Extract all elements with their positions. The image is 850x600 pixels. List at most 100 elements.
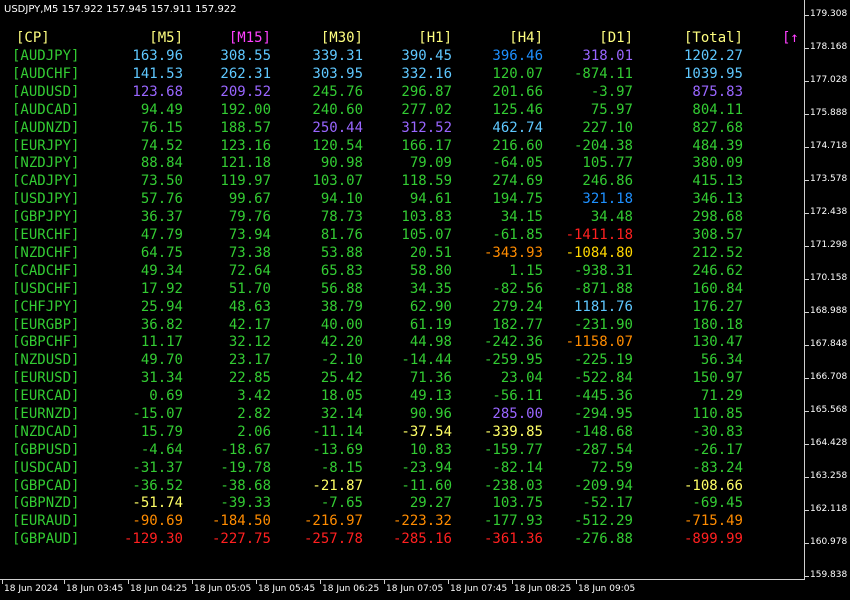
time-tick: [128, 580, 129, 584]
price-tick: [805, 15, 809, 16]
cell-total: 176.27: [692, 299, 743, 315]
cell-d1: -1158.07: [565, 334, 633, 350]
table-row-pair: [GBPAUD]: [12, 531, 80, 547]
cell-total: 130.47: [692, 334, 743, 350]
price-label: 174.718: [810, 141, 848, 151]
table-row-pair: [AUDCAD]: [12, 102, 80, 118]
time-label: 18 Jun 07:05: [386, 584, 444, 594]
cell-total: 827.68: [692, 120, 743, 136]
cell-d1: -148.68: [573, 424, 633, 440]
price-label: 160.978: [810, 537, 848, 547]
price-label: 166.708: [810, 372, 848, 382]
time-label: 18 Jun 08:25: [514, 584, 572, 594]
cell-d1: 72.59: [590, 460, 633, 476]
cell-d1: -225.19: [573, 352, 633, 368]
time-tick: [512, 580, 513, 584]
table-row-pair: [USDJPY]: [12, 191, 80, 207]
cell-d1: -938.31: [573, 263, 633, 279]
header-d1: [D1]: [599, 30, 633, 46]
cell-d1: -445.36: [573, 388, 633, 404]
cell-total: 150.97: [692, 370, 743, 386]
price-label: 163.258: [810, 471, 848, 481]
price-tick: [805, 477, 809, 478]
cell-total: -899.99: [683, 531, 743, 547]
time-tick: [256, 580, 257, 584]
price-tick: [805, 213, 809, 214]
table-row-pair: [CADCHF]: [12, 263, 80, 279]
table-row-pair: [USDCHF]: [12, 281, 80, 297]
cell-total: 56.34: [700, 352, 743, 368]
cell-d1: -1084.80: [565, 245, 633, 261]
table-row-pair: [EURGBP]: [12, 317, 80, 333]
cell-total: -69.45: [692, 495, 743, 511]
price-tick: [805, 444, 809, 445]
cell-total: 212.52: [692, 245, 743, 261]
time-tick: [64, 580, 65, 584]
time-tick: [192, 580, 193, 584]
cell-d1: -3.97: [590, 84, 633, 100]
cell-d1: -231.90: [573, 317, 633, 333]
table-row-pair: [EURCHF]: [12, 227, 80, 243]
table-row-pair: [EURJPY]: [12, 138, 80, 154]
cell-d1: -52.17: [582, 495, 633, 511]
table-row-pair: [NZDCHF]: [12, 245, 80, 261]
price-label: 178.168: [810, 42, 848, 52]
price-label: 162.118: [810, 504, 848, 514]
time-tick: [384, 580, 385, 584]
table-row-pair: [USDCAD]: [12, 460, 80, 476]
table-row-pair: [GBPCAD]: [12, 478, 80, 494]
cell-total: -108.66: [683, 478, 743, 494]
table-row-pair: [NZDUSD]: [12, 352, 80, 368]
cell-total: 180.18: [692, 317, 743, 333]
table-row-pair: [GBPNZD]: [12, 495, 80, 511]
cell-d1: 1181.76: [573, 299, 633, 315]
price-tick: [805, 378, 809, 379]
cell-d1: -512.29: [573, 513, 633, 529]
cell-d1: 75.97: [590, 102, 633, 118]
cell-total: 1202.27: [683, 48, 743, 64]
price-label: 171.298: [810, 240, 848, 250]
cell-d1: -1411.18: [565, 227, 633, 243]
table-row-pair: [EURNZD]: [12, 406, 80, 422]
table-row-pair: [EURUSD]: [12, 370, 80, 386]
price-tick: [805, 510, 809, 511]
cell-total: 246.62: [692, 263, 743, 279]
table-row-pair: [GBPUSD]: [12, 442, 80, 458]
price-tick: [805, 180, 809, 181]
cell-total: 380.09: [692, 155, 743, 171]
price-tick: [805, 411, 809, 412]
cell-d1: 105.77: [582, 155, 633, 171]
table-row-pair: [CADJPY]: [12, 173, 80, 189]
cell-total: -26.17: [692, 442, 743, 458]
cell-d1: -874.11: [573, 66, 633, 82]
price-tick: [805, 312, 809, 313]
cell-d1: -209.94: [573, 478, 633, 494]
price-tick: [805, 147, 809, 148]
time-tick: [320, 580, 321, 584]
time-label: 18 Jun 09:05: [578, 584, 636, 594]
price-tick: [805, 246, 809, 247]
price-tick: [805, 345, 809, 346]
time-label: 18 Jun 05:05: [194, 584, 252, 594]
table-row-pair: [AUDUSD]: [12, 84, 80, 100]
time-label: 18 Jun 03:45: [66, 584, 124, 594]
price-label: 173.578: [810, 174, 848, 184]
cell-d1: 321.18: [582, 191, 633, 207]
price-tick: [805, 114, 809, 115]
cell-d1: -276.88: [573, 531, 633, 547]
price-label: 167.848: [810, 339, 848, 349]
time-label: 18 Jun 2024: [4, 584, 59, 594]
price-label: 159.838: [810, 570, 848, 580]
cell-total: 875.83: [692, 84, 743, 100]
table-row-pair: [EURAUD]: [12, 513, 80, 529]
time-label: 18 Jun 07:45: [450, 584, 508, 594]
price-label: 165.568: [810, 405, 848, 415]
price-tick: [805, 81, 809, 82]
cell-d1: 227.10: [582, 120, 633, 136]
price-tick: [805, 576, 809, 577]
cell-d1: -871.88: [573, 281, 633, 297]
table-row-pair: [NZDJPY]: [12, 155, 80, 171]
time-label: 18 Jun 04:25: [130, 584, 188, 594]
price-label: 175.888: [810, 108, 848, 118]
time-label: 18 Jun 06:25: [322, 584, 380, 594]
